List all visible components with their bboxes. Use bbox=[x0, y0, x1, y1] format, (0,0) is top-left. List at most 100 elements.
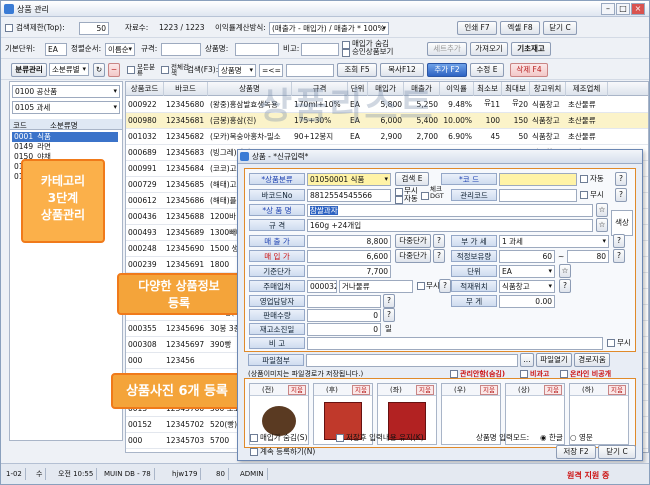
note-input[interactable] bbox=[301, 43, 339, 56]
unit-select[interactable]: EA bbox=[499, 265, 555, 278]
file-delete-button[interactable]: 경로지움 bbox=[574, 353, 610, 367]
manager-help-button[interactable]: ? bbox=[383, 294, 395, 308]
hide-mgmt-checkbox[interactable] bbox=[450, 370, 458, 378]
photo-delete-button[interactable]: 지움 bbox=[288, 385, 306, 395]
sale-help-button[interactable]: ? bbox=[433, 234, 445, 248]
code-help-button[interactable]: ? bbox=[615, 172, 627, 186]
vendor-ignore-checkbox[interactable] bbox=[417, 282, 425, 290]
mode-english-radio[interactable]: ○ 영문 bbox=[570, 432, 593, 444]
table-row[interactable]: 001032 12345682 (모카)복숭아홍차-밀소 90+12봉지 EA 2,900… bbox=[126, 129, 648, 145]
tree-item[interactable]: 0149 라면 bbox=[12, 142, 118, 152]
category-manage-button[interactable]: 분류관리 bbox=[11, 63, 47, 77]
maximize-icon[interactable]: □ bbox=[616, 3, 630, 15]
multi-price-button-2[interactable]: 다중단가 bbox=[395, 249, 431, 263]
mode-korean-radio[interactable]: ◉ 한글 bbox=[540, 432, 563, 444]
minus-icon[interactable]: − bbox=[108, 63, 120, 77]
set-add-button[interactable]: 세트추가 bbox=[427, 42, 467, 56]
barcode-input[interactable]: 8812554545566 bbox=[307, 189, 391, 202]
stock-max-input[interactable]: 80 bbox=[567, 250, 609, 263]
non-stock-checkbox[interactable] bbox=[520, 370, 528, 378]
grid-header-cell[interactable]: 창고위치 bbox=[530, 82, 566, 96]
name-lookup-button[interactable]: ☆ bbox=[596, 203, 608, 217]
stock-help-button[interactable]: ? bbox=[613, 249, 625, 263]
exhaust-input[interactable]: 0 bbox=[307, 323, 381, 336]
grid-header-cell[interactable]: 바코드 bbox=[164, 82, 208, 96]
minimize-icon[interactable]: – bbox=[601, 3, 615, 15]
add-button[interactable]: 추가 F2 bbox=[427, 63, 467, 77]
keep-input-checkbox[interactable] bbox=[336, 434, 344, 442]
vendor-name-input[interactable]: 거나물류 bbox=[339, 280, 413, 293]
search-op-input[interactable]: =<= bbox=[259, 64, 283, 77]
photo-delete-button[interactable]: 지움 bbox=[544, 385, 562, 395]
photo-delete-button[interactable]: 지움 bbox=[608, 385, 626, 395]
continue-checkbox[interactable] bbox=[250, 448, 258, 456]
mgmt-help-button[interactable]: ? bbox=[615, 188, 627, 202]
all-search-checkbox[interactable] bbox=[161, 66, 169, 74]
spec-input[interactable] bbox=[161, 43, 201, 56]
close-icon[interactable]: × bbox=[631, 3, 645, 15]
photo-delete-button[interactable]: 지움 bbox=[416, 385, 434, 395]
print-button[interactable]: 인쇄 F7 bbox=[457, 21, 497, 35]
mgmt-code-input[interactable] bbox=[499, 189, 577, 202]
copy-button[interactable]: 복사F12 bbox=[380, 63, 424, 77]
location-help-button[interactable]: ? bbox=[559, 279, 571, 293]
save-button[interactable]: 저장 F2 bbox=[556, 445, 596, 459]
online-private-checkbox[interactable] bbox=[560, 370, 568, 378]
grid-header-cell[interactable]: 최대보유 bbox=[502, 82, 530, 107]
search-button[interactable]: 조회 F5 bbox=[337, 63, 377, 77]
sale-price-input[interactable]: 8,800 bbox=[307, 235, 391, 248]
all-category-checkbox[interactable] bbox=[127, 66, 135, 74]
note-dialog-input[interactable] bbox=[307, 337, 603, 350]
base-unit-input[interactable]: EA bbox=[45, 43, 67, 56]
middle-category-select[interactable]: 0105 과세 bbox=[12, 101, 120, 114]
margin-select[interactable]: (매출가 - 매입가) / 매출가 * 100% bbox=[269, 22, 389, 35]
manager-input[interactable] bbox=[307, 295, 381, 308]
sort-select[interactable]: 이름순 bbox=[105, 43, 135, 56]
buy-help-button[interactable]: ? bbox=[433, 249, 445, 263]
grid-header-cell[interactable]: 제조업체 bbox=[566, 82, 608, 96]
close-button[interactable]: 닫기 C bbox=[543, 21, 577, 35]
grid-header-cell[interactable]: 상품코드 bbox=[126, 82, 164, 96]
check-dgt-checkbox[interactable] bbox=[421, 192, 429, 200]
edit-button[interactable]: 수정 E bbox=[470, 63, 504, 77]
tax-select[interactable]: 1 과세 bbox=[499, 235, 609, 248]
major-category-select[interactable]: 0100 공산품 bbox=[12, 85, 120, 98]
refresh-icon[interactable]: ↻ bbox=[93, 63, 105, 77]
tree-item[interactable]: 0001 식품 bbox=[12, 132, 118, 142]
product-name-input[interactable]: 참쌀과자 bbox=[307, 204, 593, 217]
sales-qty-input[interactable]: 0 bbox=[307, 309, 381, 322]
vendor-help-button[interactable]: ? bbox=[439, 279, 451, 293]
weight-input[interactable]: 0.00 bbox=[499, 295, 555, 308]
file-open-button[interactable]: 파일열기 bbox=[536, 353, 572, 367]
dialog-search-button[interactable]: 검색 E bbox=[395, 172, 429, 186]
search-text-input[interactable] bbox=[286, 64, 334, 77]
file-path-input[interactable] bbox=[306, 354, 518, 367]
base-stock-button[interactable]: 기초재고 bbox=[511, 42, 551, 56]
mgmt-ignore-checkbox[interactable] bbox=[580, 191, 588, 199]
import-button[interactable]: 가져오기 bbox=[470, 42, 508, 56]
spec-dialog-input[interactable]: 160g +24개입 bbox=[307, 219, 593, 232]
photo-delete-button[interactable]: 지움 bbox=[352, 385, 370, 395]
hide-price-checkbox[interactable] bbox=[342, 41, 350, 49]
location-select[interactable]: 식품창고 bbox=[499, 280, 555, 293]
buy-price-input[interactable]: 6,600 bbox=[307, 250, 391, 263]
auto-code-checkbox[interactable] bbox=[580, 175, 588, 183]
delete-button[interactable]: 삭제 F4 bbox=[510, 63, 548, 77]
tax-help-button[interactable]: ? bbox=[613, 234, 625, 248]
approved-checkbox[interactable] bbox=[342, 49, 350, 57]
file-browse-button[interactable]: ... bbox=[520, 353, 534, 367]
stock-min-input[interactable]: 60 bbox=[499, 250, 555, 263]
no-barcode-checkbox[interactable] bbox=[395, 188, 403, 196]
name-input[interactable] bbox=[235, 43, 279, 56]
multi-price-button-1[interactable]: 다중단가 bbox=[395, 234, 431, 248]
spec-lookup-button[interactable]: ☆ bbox=[596, 218, 608, 232]
unit-lookup-button[interactable]: ☆ bbox=[559, 264, 571, 278]
color-box[interactable]: 색상 bbox=[611, 210, 633, 236]
note-ignore-checkbox[interactable] bbox=[607, 339, 615, 347]
grid-header-cell[interactable]: 최소보유 bbox=[474, 82, 502, 107]
photo-delete-button[interactable]: 지움 bbox=[480, 385, 498, 395]
sales-qty-help-button[interactable]: ? bbox=[383, 308, 395, 322]
vendor-code-input[interactable]: 000032 bbox=[307, 280, 337, 293]
category-select[interactable]: 소분류별 bbox=[49, 63, 89, 76]
dialog-close-button[interactable]: 닫기 C bbox=[598, 445, 636, 459]
